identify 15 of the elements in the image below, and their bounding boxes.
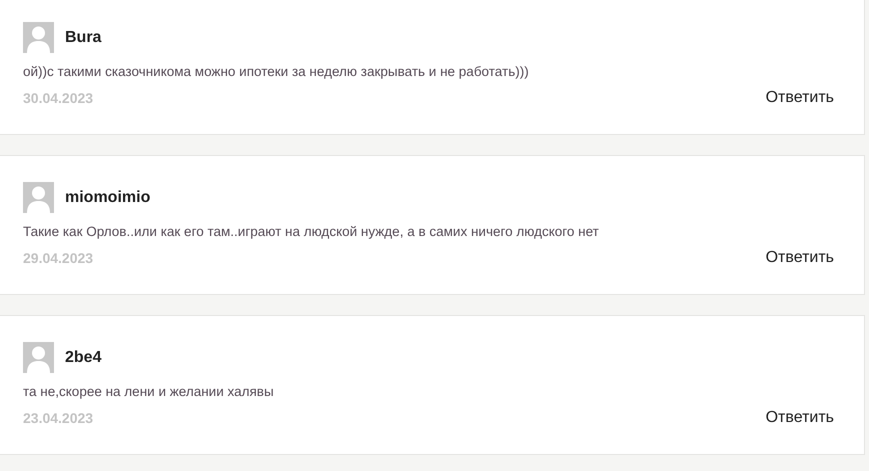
author-name: miomoimio <box>65 188 150 206</box>
avatar-icon <box>23 22 54 53</box>
reply-link[interactable]: Ответить <box>766 409 834 427</box>
avatar-icon <box>23 182 54 213</box>
comment-date: 23.04.2023 <box>23 410 94 426</box>
comment-date: 30.04.2023 <box>23 90 94 106</box>
comment-text: та не,скорее на лени и желании халявы <box>23 384 275 399</box>
author-name: 2be4 <box>65 348 102 366</box>
comment-text: ой))с такими сказочникома можно ипотеки за неделю закрывать и не работать))) <box>23 64 530 79</box>
comment-text: Такие как Орлов..или как его там..играют на людской нужде, а в самих ничего людского нет <box>23 224 600 239</box>
comment-date: 29.04.2023 <box>23 250 94 266</box>
avatar-icon <box>23 342 54 373</box>
reply-link[interactable]: Ответить <box>766 89 834 107</box>
author-name: Bura <box>65 28 102 46</box>
reply-link[interactable]: Ответить <box>766 249 834 267</box>
